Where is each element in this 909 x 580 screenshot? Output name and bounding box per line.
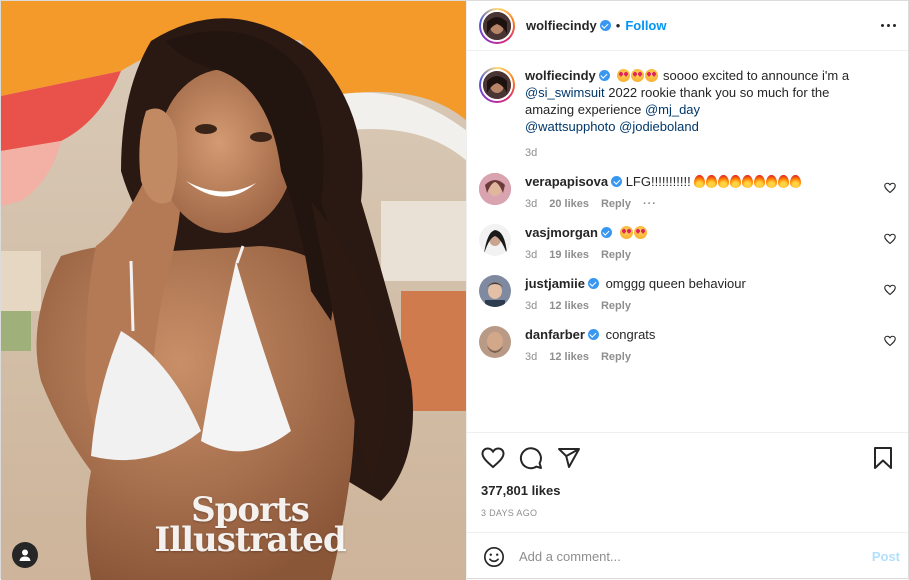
verified-badge-icon: [599, 20, 611, 31]
heart-eyes-emoji-icon: [645, 69, 659, 82]
share-icon[interactable]: [557, 446, 581, 470]
heart-eyes-emoji-icon: [619, 225, 648, 240]
comment-username[interactable]: vasjmorgan: [525, 225, 598, 240]
separator-dot: •: [615, 18, 621, 33]
comment-like-heart-icon[interactable]: [884, 233, 896, 245]
reply-button[interactable]: Reply: [601, 249, 631, 261]
comment-meta: 3d 12 likes Reply: [525, 300, 874, 312]
mention-link[interactable]: @wattsupphoto: [525, 119, 616, 134]
heart-eyes-emoji-icon: [617, 69, 631, 82]
avatar-image: [478, 326, 511, 358]
mention-link[interactable]: @si_swimsuit: [525, 85, 605, 100]
avatar[interactable]: [478, 326, 511, 358]
reply-button[interactable]: Reply: [601, 300, 631, 312]
avatar-image: [478, 275, 511, 307]
comment-likes[interactable]: 12 likes: [549, 351, 589, 363]
comment-username[interactable]: danfarber: [525, 327, 585, 342]
reply-button[interactable]: Reply: [601, 198, 631, 210]
comment-body: congrats: [605, 327, 656, 342]
verified-badge-icon: [600, 227, 612, 238]
post-date[interactable]: 3 DAYS AGO: [481, 508, 894, 532]
comment-meta: 3d 12 likes Reply: [525, 351, 874, 363]
mention-link[interactable]: @mj_day: [645, 102, 700, 117]
avatar-image: [482, 11, 511, 40]
likes-count[interactable]: 377,801 likes: [481, 483, 894, 498]
avatar-image: [478, 173, 511, 205]
comment-likes[interactable]: 12 likes: [549, 300, 589, 312]
comments-list[interactable]: wolfiecindy soooo excited to announce i'…: [467, 51, 908, 432]
post-header: wolfiecindy • Follow: [466, 1, 908, 51]
more-options-icon[interactable]: [875, 18, 896, 33]
fire-emoji-icon: [694, 174, 802, 189]
verified-badge-icon: [587, 329, 599, 340]
sports-illustrated-logo: Sports Illustrated: [154, 490, 346, 560]
header-username[interactable]: wolfiecindy: [526, 18, 597, 33]
comment-meta: 3d 20 likes Reply ···: [525, 198, 874, 210]
action-icons-row: [481, 445, 894, 471]
comment-more-icon[interactable]: ···: [643, 198, 657, 210]
comment-item: verapapisova LFG!!!!!!!!!!! 3d 20 likes …: [478, 173, 896, 210]
comment-text: danfarber congrats: [525, 326, 874, 343]
comment-item: danfarber congrats 3d 12 likes Reply: [478, 326, 896, 363]
comment-item: justjamiie omggg queen behaviour 3d 12 l…: [478, 275, 896, 312]
comment-body: omggg queen behaviour: [605, 276, 746, 291]
post-actions: 377,801 likes 3 DAYS AGO: [466, 432, 908, 532]
caption-text-part: soooo excited to announce i'm a: [659, 68, 850, 83]
verified-badge-icon: [611, 176, 623, 187]
heart-eyes-emoji-icon: [631, 69, 645, 82]
caption-username[interactable]: wolfiecindy: [525, 68, 596, 83]
avatar[interactable]: [478, 275, 511, 307]
comment-text: justjamiie omggg queen behaviour: [525, 275, 874, 292]
caption-text: wolfiecindy soooo excited to announce i'…: [525, 67, 876, 135]
comment-text: vasjmorgan: [525, 224, 874, 241]
user-tag-icon[interactable]: [12, 542, 38, 568]
comment-input[interactable]: [518, 549, 872, 564]
comment-time[interactable]: 3d: [525, 300, 537, 312]
comment-like-heart-icon[interactable]: [884, 182, 896, 194]
post-details-panel: wolfiecindy • Follow wolfiecindy soooo e…: [465, 1, 908, 580]
comment-body: LFG!!!!!!!!!!!: [625, 174, 695, 189]
comment-time[interactable]: 3d: [525, 198, 537, 210]
comment-like-heart-icon[interactable]: [884, 335, 896, 347]
reply-button[interactable]: Reply: [601, 351, 631, 363]
comment-username[interactable]: verapapisova: [525, 174, 608, 189]
comment-icon[interactable]: [519, 446, 543, 470]
add-comment-bar: Post: [466, 532, 908, 580]
avatar[interactable]: [478, 67, 515, 103]
verified-badge-icon: [598, 70, 610, 81]
avatar[interactable]: [478, 224, 511, 256]
heart-icon[interactable]: [481, 446, 505, 470]
avatar[interactable]: [478, 7, 515, 44]
caption-meta: 3d: [525, 147, 876, 159]
comment-like-heart-icon[interactable]: [884, 284, 896, 296]
comment-likes[interactable]: 20 likes: [549, 198, 589, 210]
comment-username[interactable]: justjamiie: [525, 276, 585, 291]
follow-button[interactable]: Follow: [625, 18, 666, 33]
comment-time[interactable]: 3d: [525, 351, 537, 363]
avatar[interactable]: [478, 173, 511, 205]
comment-likes[interactable]: 19 likes: [549, 249, 589, 261]
avatar-image: [482, 71, 511, 99]
instagram-post: Sports Illustrated wolfiecindy • Follow …: [0, 0, 909, 580]
post-caption: wolfiecindy soooo excited to announce i'…: [478, 67, 896, 159]
mention-link[interactable]: @jodieboland: [619, 119, 699, 134]
emoji-icon[interactable]: [483, 546, 505, 568]
post-photo[interactable]: Sports Illustrated: [1, 1, 466, 580]
header-user-info: wolfiecindy • Follow: [526, 18, 667, 33]
post-comment-button[interactable]: Post: [872, 549, 900, 564]
bookmark-icon[interactable]: [872, 446, 894, 470]
caption-time[interactable]: 3d: [525, 147, 537, 159]
comment-item: vasjmorgan 3d 19 likes Reply: [478, 224, 896, 261]
avatar-image: [478, 224, 511, 256]
comment-text: verapapisova LFG!!!!!!!!!!!: [525, 173, 874, 190]
comment-time[interactable]: 3d: [525, 249, 537, 261]
comment-meta: 3d 19 likes Reply: [525, 249, 874, 261]
verified-badge-icon: [587, 278, 599, 289]
